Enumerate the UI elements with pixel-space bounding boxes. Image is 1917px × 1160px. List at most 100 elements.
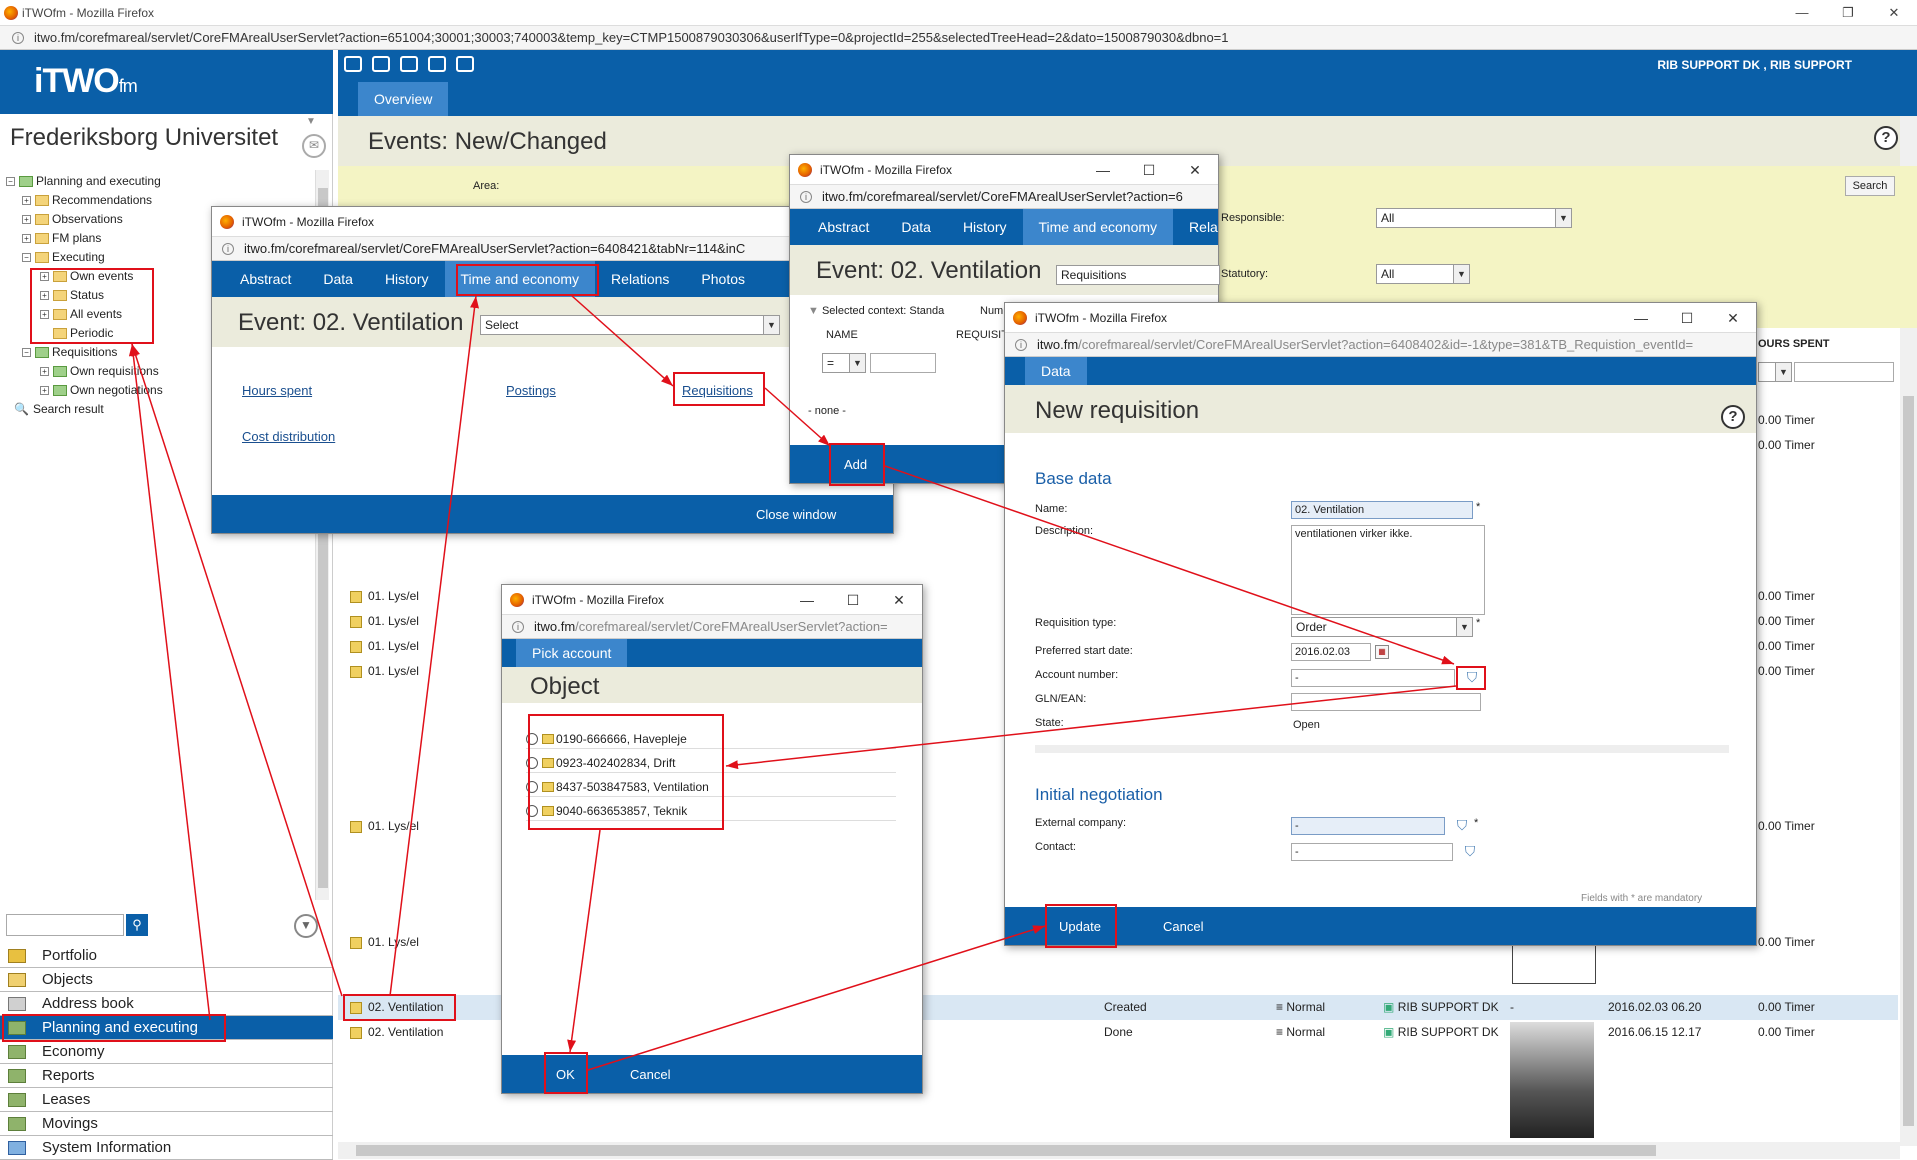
user-label: RIB SUPPORT DK , RIB SUPPORT [1657, 58, 1852, 72]
hours-filter-select[interactable]: ▼ [1758, 362, 1792, 382]
requisition-type-select[interactable]: Order ▼ [1291, 617, 1473, 637]
requisitions-select[interactable]: Requisitions [1056, 265, 1220, 285]
minimize-icon[interactable]: — [1080, 155, 1126, 185]
empty-list-text: - none - [808, 405, 846, 417]
name-operator-select[interactable]: = ▼ [822, 353, 866, 373]
search-button[interactable]: ⚲ [126, 914, 148, 936]
close-icon[interactable]: ✕ [876, 585, 922, 615]
tree-item[interactable]: − Requisitions [6, 343, 163, 362]
cancel-button[interactable]: Cancel [1163, 919, 1203, 934]
settings-icon[interactable] [344, 56, 362, 72]
contact-field[interactable]: - [1291, 843, 1453, 861]
book-icon[interactable] [456, 56, 474, 72]
module-address-book[interactable]: Address book [0, 992, 333, 1016]
divider [1035, 745, 1729, 753]
section-base-data: Base data [1035, 469, 1112, 488]
tab-data[interactable]: Data [307, 261, 369, 297]
collapse-arrow-icon[interactable]: ▼ [306, 116, 316, 127]
tree-item[interactable]: + Observations [6, 210, 163, 229]
lookup-icon[interactable]: ⛉ [1453, 817, 1471, 833]
column-requisition[interactable]: REQUISIT [956, 329, 1008, 341]
maximize-icon[interactable]: ☐ [1664, 303, 1710, 333]
mail-icon[interactable]: ✉ [302, 134, 326, 158]
name-label: Name: [1035, 503, 1068, 515]
statutory-select[interactable]: All ▼ [1376, 264, 1470, 284]
print-icon[interactable] [372, 56, 390, 72]
maximize-icon[interactable]: ☐ [1126, 155, 1172, 185]
home-icon[interactable] [400, 56, 418, 72]
tab-relations[interactable]: Relations [595, 261, 685, 297]
tab-abstract[interactable]: Abstract [802, 209, 885, 245]
description-field[interactable]: ventilationen virker ikke. [1291, 525, 1485, 615]
close-icon[interactable]: ✕ [1710, 303, 1756, 333]
module-economy[interactable]: Economy [0, 1040, 333, 1064]
calendar-icon[interactable]: ▦ [1375, 645, 1389, 659]
module-reports[interactable]: Reports [0, 1064, 333, 1088]
tab-overview[interactable]: Overview [358, 82, 449, 116]
module-movings[interactable]: Movings [0, 1112, 333, 1136]
name-field[interactable]: 02. Ventilation [1291, 501, 1473, 519]
tree-item[interactable]: + Own negotiations [6, 381, 163, 400]
module-objects[interactable]: Objects [0, 968, 333, 992]
cost-distribution-link[interactable]: Cost distribution [242, 429, 335, 444]
app-logo: iTWOfm [0, 50, 333, 114]
postings-link[interactable]: Postings [506, 383, 556, 398]
monitor-icon[interactable] [428, 56, 446, 72]
close-icon[interactable]: ✕ [1871, 0, 1917, 26]
annotation-box [528, 714, 724, 830]
num-label: Num [980, 305, 1004, 317]
cancel-button[interactable]: Cancel [630, 1067, 670, 1082]
module-nav: Portfolio Objects Address book Planning … [0, 944, 333, 1160]
address-bar[interactable]: i itwo.fm/corefmareal/servlet/CoreFMArea… [0, 26, 1917, 50]
url-text[interactable]: itwo.fm/corefmareal/servlet/CoreFMArealU… [34, 30, 1229, 45]
tree-item[interactable]: 🔍 Search result [6, 400, 163, 419]
search-button-main[interactable]: Search [1845, 176, 1895, 196]
info-icon[interactable]: i [12, 31, 24, 44]
tab-relations[interactable]: Rela [1173, 209, 1218, 245]
minimize-icon[interactable]: — [1618, 303, 1664, 333]
close-window-button[interactable]: Close window [756, 507, 836, 522]
module-portfolio[interactable]: Portfolio [0, 944, 333, 968]
column-name[interactable]: NAME [826, 329, 858, 341]
event-select[interactable]: Select ▼ [480, 315, 780, 335]
tab-photos[interactable]: Photos [685, 261, 761, 297]
gln-ean-field[interactable] [1291, 693, 1481, 711]
lookup-icon[interactable]: ⛉ [1461, 843, 1479, 859]
restore-icon[interactable]: ❐ [1825, 0, 1871, 26]
minimize-icon[interactable]: — [1779, 0, 1825, 26]
tree-item[interactable]: − Executing [6, 248, 163, 267]
horizontal-scrollbar[interactable] [338, 1142, 1900, 1159]
context-label[interactable]: ▼ Selected context: Standa [808, 305, 944, 317]
tab-data[interactable]: Data [885, 209, 947, 245]
close-icon[interactable]: ✕ [1172, 155, 1218, 185]
minimize-icon[interactable]: — [784, 585, 830, 615]
quick-search-input[interactable] [6, 914, 124, 936]
responsible-select[interactable]: All ▼ [1376, 208, 1572, 228]
start-date-field[interactable]: 2016.02.03 [1291, 643, 1371, 661]
tab-abstract[interactable]: Abstract [224, 261, 307, 297]
tree-item[interactable]: + Own requisitions [6, 362, 163, 381]
tab-time-economy[interactable]: Time and economy [1022, 209, 1174, 245]
help-icon[interactable]: ? [1721, 405, 1745, 429]
gln-ean-label: GLN/EAN: [1035, 693, 1087, 705]
expand-circle-icon[interactable]: ▼ [294, 914, 318, 938]
org-name: Frederiksborg Universitet [10, 124, 279, 151]
name-filter-input[interactable] [870, 353, 936, 373]
column-header-hours[interactable]: OURS SPENT [1758, 338, 1830, 350]
help-icon[interactable]: ? [1874, 126, 1898, 150]
account-number-field[interactable]: - [1291, 669, 1455, 687]
tab-history[interactable]: History [947, 209, 1023, 245]
tree-item[interactable]: + FM plans [6, 229, 163, 248]
hours-filter-input[interactable] [1794, 362, 1894, 382]
module-system-info[interactable]: System Information [0, 1136, 333, 1160]
tree-item[interactable]: − Planning and executing [6, 172, 163, 191]
tab-pick-account[interactable]: Pick account [516, 639, 628, 667]
tab-history[interactable]: History [369, 261, 445, 297]
start-date-label: Preferred start date: [1035, 645, 1133, 657]
tab-data[interactable]: Data [1025, 357, 1087, 385]
tree-item[interactable]: + Recommendations [6, 191, 163, 210]
external-company-field[interactable]: - [1291, 817, 1445, 835]
maximize-icon[interactable]: ☐ [830, 585, 876, 615]
module-leases[interactable]: Leases [0, 1088, 333, 1112]
hours-spent-link[interactable]: Hours spent [242, 383, 312, 398]
